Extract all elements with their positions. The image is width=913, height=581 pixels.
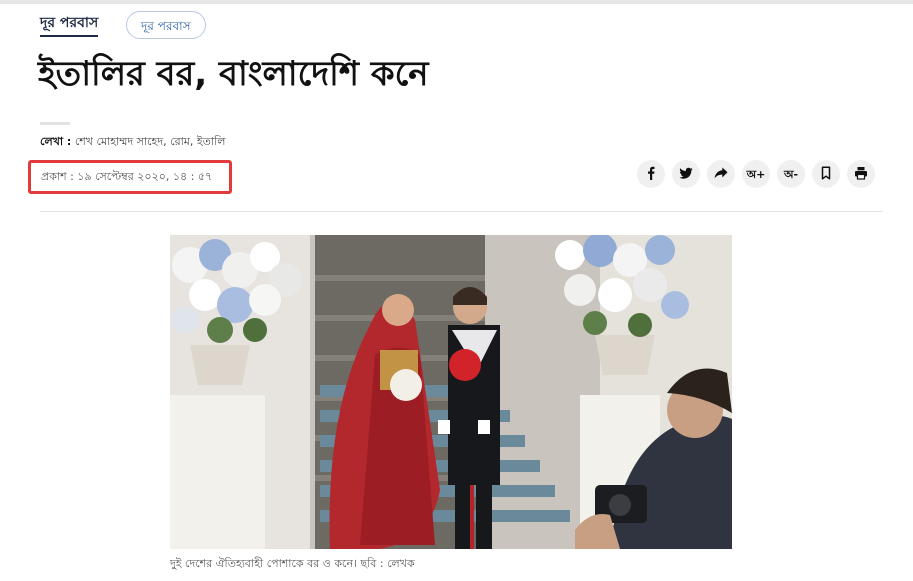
bookmark-icon [819,165,833,183]
share-toolbar: অ+ অ- [637,160,875,188]
top-border [0,0,913,4]
photo-caption: দুই দেশের ঐতিহ্যবাহী পোশাকে বর ও কনে। ছব… [170,557,415,570]
section-tag[interactable]: দূর পরবাস [126,11,206,39]
twitter-share-button[interactable] [672,160,700,188]
font-increase-icon: অ+ [746,167,766,181]
published-date: প্রকাশ : ১৯ সেপ্টেম্বর ২০২০, ১৪ : ৫৭ [28,160,232,194]
font-increase-button[interactable]: অ+ [742,160,770,188]
print-icon [854,166,868,183]
print-button[interactable] [847,160,875,188]
article-headline: ইতালির বর, বাংলাদেশি কনে [38,54,429,94]
bookmark-button[interactable] [812,160,840,188]
byline: লেখা : শেখ মোহাম্মদ সাহেদ, রোম, ইতালি [40,134,225,150]
article-photo[interactable] [170,235,732,549]
byline-author: শেখ মোহাম্মদ সাহেদ, রোম, ইতালি [74,135,226,148]
byline-divider [40,122,70,125]
wedding-photo-illustration [170,235,732,549]
font-decrease-button[interactable]: অ- [777,160,805,188]
share-icon [714,166,728,183]
byline-label: লেখা : [40,135,72,148]
facebook-share-button[interactable] [637,160,665,188]
font-decrease-icon: অ- [783,167,799,181]
facebook-icon [644,166,658,183]
twitter-icon [679,166,693,183]
section-title[interactable]: দূর পরবাস [40,14,99,37]
header-divider [40,211,883,212]
share-button[interactable] [707,160,735,188]
